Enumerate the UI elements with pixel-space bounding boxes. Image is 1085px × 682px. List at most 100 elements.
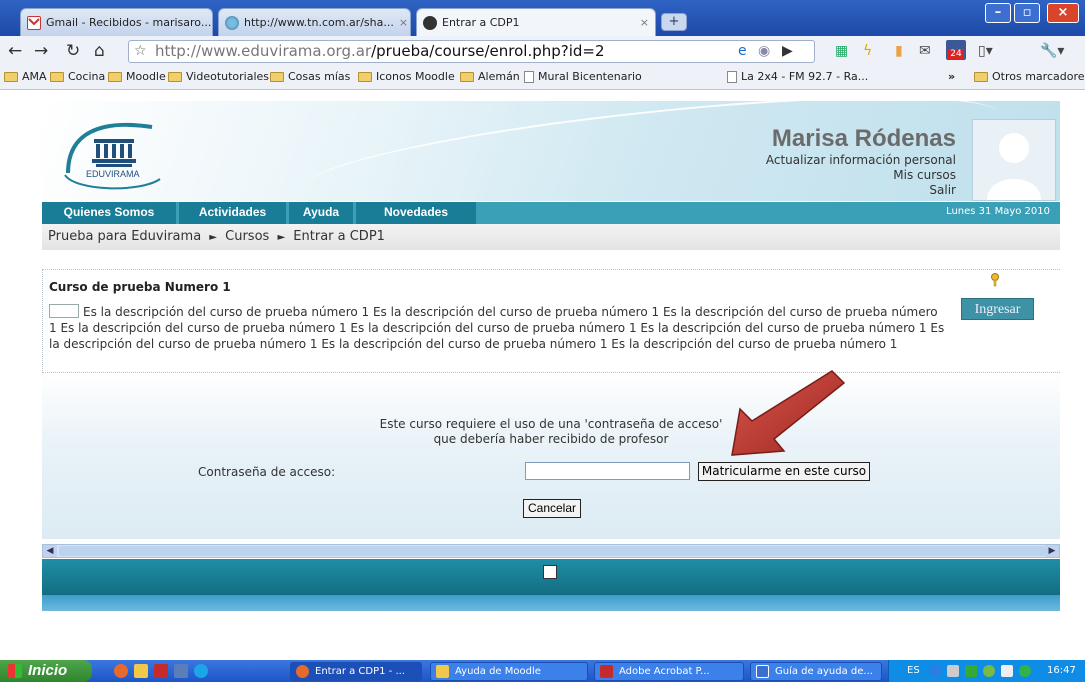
facebook-icon[interactable]: 24 [946,40,966,60]
tab-label: Gmail - Recibidos - marisaro... [46,16,212,29]
quicklaunch-skype-icon[interactable] [194,664,208,678]
bookmark-cosas-mias[interactable]: Cosas mías [270,70,350,83]
tab-label: Entrar a CDP1 [442,16,520,29]
logout-link[interactable]: Salir [929,183,956,197]
bookmark-iconos-moodle[interactable]: Iconos Moodle [358,70,455,83]
moodle-icon [423,15,437,30]
maximize-button[interactable]: ▫ [1014,3,1040,23]
bookmark-label: Videotutoriales [186,70,270,83]
breadcrumb-home[interactable]: Prueba para Eduvirama [48,229,201,244]
avatar[interactable] [972,119,1056,201]
course-title[interactable]: Curso de prueba Numero 1 [49,280,231,294]
minimize-button[interactable]: – [985,3,1011,23]
browser-toolbar: ← → ↻ ⌂ ☆ http://www.eduvirama.org.ar/pr… [0,36,1085,66]
acrobat-icon [600,665,613,678]
nav-actividades[interactable]: Actividades [179,202,286,224]
horizontal-scrollbar[interactable]: ◀ ▶ [42,544,1060,558]
quicklaunch-app-icon[interactable] [174,664,188,678]
bookmark-moodle[interactable]: Moodle [108,70,166,83]
bookmark-label: AMA [22,70,47,83]
bookmark-label: Alemán [478,70,520,83]
folder-icon [168,71,182,82]
language-indicator[interactable]: ES [907,660,920,682]
main-nav: Quienes Somos Actividades Ayuda Novedade… [42,202,1060,224]
bookmark-label: Iconos Moodle [376,70,455,83]
moodle-docs-icon[interactable] [543,565,557,579]
translate-icon[interactable]: ▦ [835,43,848,59]
bookmark-mural-bicentenario[interactable]: Mural Bicentenario [524,70,642,83]
breadcrumb-courses[interactable]: Cursos [225,229,269,244]
extension-icon[interactable]: ◉ [758,43,770,59]
update-profile-link[interactable]: Actualizar información personal [766,153,956,167]
cancel-button[interactable]: Cancelar [523,499,581,518]
bookmark-cocina[interactable]: Cocina [50,70,105,83]
tab-label: http://www.tn.com.ar/sha... [244,16,394,29]
back-icon[interactable]: ← [8,41,22,61]
nav-quienes-somos[interactable]: Quienes Somos [42,202,176,224]
tray-status-icon[interactable] [983,665,995,677]
scrollbar-thumb[interactable] [59,546,1045,556]
scroll-left-icon[interactable]: ◀ [43,545,57,557]
bookmark-aleman[interactable]: Alemán [460,70,520,83]
page-menu-icon[interactable]: ▯▾ [978,43,993,59]
tray-network-icon[interactable] [929,665,941,677]
task-adobe-acrobat[interactable]: Adobe Acrobat P... [594,662,744,681]
scroll-right-icon[interactable]: ▶ [1045,545,1059,557]
bookmark-label: Mural Bicentenario [538,70,642,83]
globe-icon [225,15,239,30]
page-icon [524,70,534,83]
tab-entrar-cdp1[interactable]: Entrar a CDP1 × [416,8,656,36]
tray-volume-icon[interactable] [947,665,959,677]
close-icon[interactable]: × [640,16,649,29]
reload-icon[interactable]: ↻ [66,41,80,61]
clock[interactable]: 16:47 [1047,660,1076,682]
play-icon[interactable]: ▶ [782,43,793,59]
folder-icon [358,71,372,82]
close-window-button[interactable]: × [1047,3,1079,23]
task-ayuda-moodle[interactable]: Ayuda de Moodle [430,662,588,681]
folder-icon [460,71,474,82]
page-icon [727,70,737,83]
nav-novedades[interactable]: Novedades [356,202,476,224]
ie-tab-icon[interactable]: e [738,43,747,59]
quicklaunch-folder-icon[interactable] [134,664,148,678]
home-icon[interactable]: ⌂ [94,41,105,61]
bookmark-videotutoriales[interactable]: Videotutoriales [168,70,269,83]
password-input[interactable] [525,462,690,480]
quicklaunch-filezilla-icon[interactable] [154,664,168,678]
bookmark-icon[interactable]: ▮ [895,43,903,59]
my-courses-link[interactable]: Mis cursos [893,168,956,182]
task-label: Adobe Acrobat P... [619,666,710,677]
enrol-button[interactable]: Matricularme en este curso [698,462,870,481]
nav-ayuda[interactable]: Ayuda [289,202,353,224]
mail-icon[interactable]: ✉ [919,43,931,59]
enter-course-button[interactable]: Ingresar [961,298,1034,320]
site-logo[interactable]: EDUVIRAMA [60,113,170,193]
course-image-placeholder [49,304,79,318]
task-guia-ayuda[interactable]: Guía de ayuda de... [750,662,882,681]
tab-tn[interactable]: http://www.tn.com.ar/sha... × [218,8,411,36]
footer-strip [42,595,1060,611]
tray-antivirus-icon[interactable] [1019,665,1031,677]
start-button[interactable]: Inicio [0,660,92,682]
breadcrumb-separator: ► [209,232,217,243]
close-icon[interactable]: × [399,16,408,29]
bookmark-la-2x4[interactable]: La 2x4 - FM 92.7 - Ra... [727,70,868,83]
breadcrumb-separator: ► [277,232,286,243]
wrench-icon[interactable]: 🔧▾ [1040,43,1064,59]
bookmarks-overflow[interactable]: » [948,70,955,83]
tray-mail-icon[interactable] [1001,665,1013,677]
new-tab-button[interactable]: + [661,13,687,31]
notice-line-1: Este curso requiere el uso de una 'contr… [379,417,723,431]
address-bar[interactable]: ☆ http://www.eduvirama.org.ar/prueba/cou… [128,40,815,63]
quicklaunch-chrome-icon[interactable] [114,664,128,678]
forward-icon[interactable]: → [34,41,48,61]
other-bookmarks[interactable]: Otros marcadores [974,70,1085,83]
task-label: Guía de ayuda de... [775,666,873,677]
lightning-icon[interactable]: ϟ [863,43,872,59]
tray-app-icon[interactable] [965,665,977,677]
bookmark-ama[interactable]: AMA [4,70,47,83]
star-icon[interactable]: ☆ [134,41,147,62]
tab-gmail[interactable]: Gmail - Recibidos - marisaro... × [20,8,213,36]
task-entrar-cdp1[interactable]: Entrar a CDP1 - ... [290,662,422,681]
